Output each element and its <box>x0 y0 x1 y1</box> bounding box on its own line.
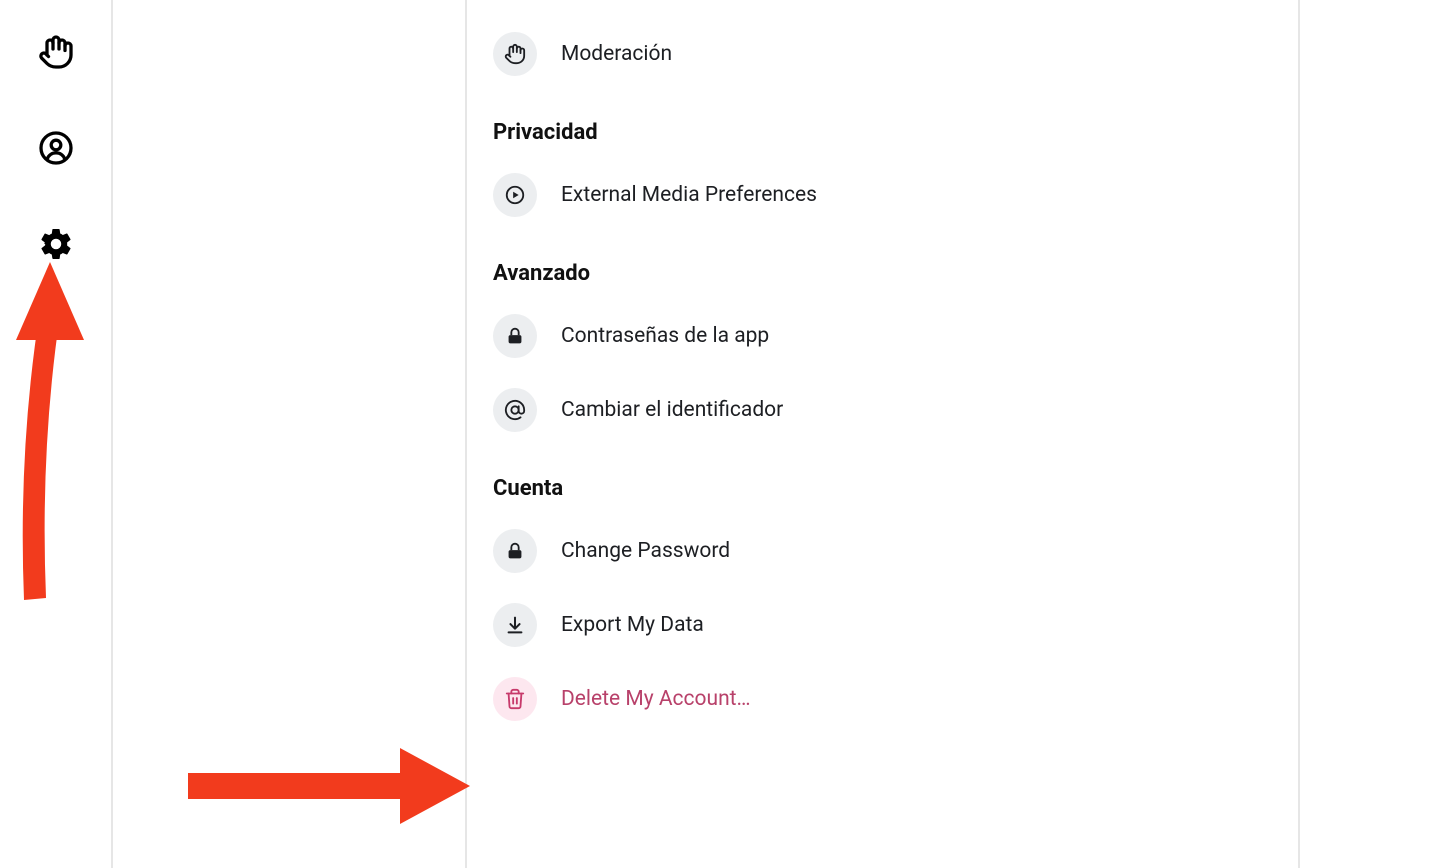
row-label: Change Password <box>561 539 730 563</box>
row-label: Delete My Account… <box>561 687 751 711</box>
at-icon <box>493 388 537 432</box>
section-title-privacy: Privacidad <box>493 120 1298 145</box>
sidebar-profile[interactable] <box>36 130 76 170</box>
section-title-advanced: Avanzado <box>493 261 1298 286</box>
row-label: Cambiar el identificador <box>561 398 783 422</box>
row-delete-account[interactable]: Delete My Account… <box>493 667 1298 731</box>
row-app-passwords[interactable]: Contraseñas de la app <box>493 304 1298 368</box>
row-label: External Media Preferences <box>561 183 817 207</box>
sidebar <box>0 0 113 868</box>
hand-icon <box>38 34 74 74</box>
profile-icon <box>38 130 74 170</box>
row-label: Moderación <box>561 42 672 66</box>
section-title-account: Cuenta <box>493 476 1298 501</box>
sidebar-settings[interactable] <box>36 226 76 266</box>
row-moderation[interactable]: Moderación <box>493 22 1298 86</box>
row-export-data[interactable]: Export My Data <box>493 593 1298 657</box>
lock-icon <box>493 314 537 358</box>
play-icon <box>493 173 537 217</box>
row-change-handle[interactable]: Cambiar el identificador <box>493 378 1298 442</box>
row-label: Contraseñas de la app <box>561 324 769 348</box>
hand-icon <box>493 32 537 76</box>
row-external-media[interactable]: External Media Preferences <box>493 163 1298 227</box>
row-change-password[interactable]: Change Password <box>493 519 1298 583</box>
sidebar-moderation[interactable] <box>36 34 76 74</box>
settings-panel: Moderación Privacidad External Media Pre… <box>465 0 1300 868</box>
arrow-to-delete-account <box>188 748 470 824</box>
row-label: Export My Data <box>561 613 704 637</box>
trash-icon <box>493 677 537 721</box>
gear-icon <box>38 226 74 266</box>
settings-content: Moderación Privacidad External Media Pre… <box>467 0 1298 731</box>
download-icon <box>493 603 537 647</box>
lock-icon <box>493 529 537 573</box>
